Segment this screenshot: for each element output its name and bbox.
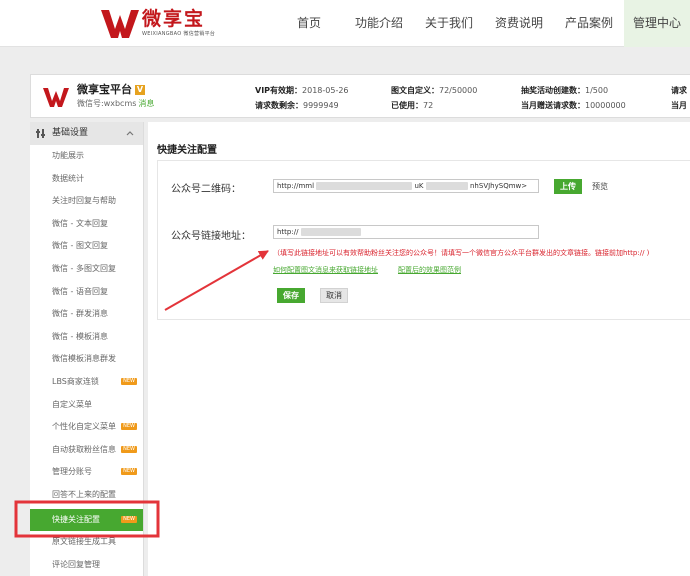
sidebar-item-function-display[interactable]: 功能展示 bbox=[30, 145, 143, 168]
logo-subtitle: WEIXIANGBAO 微信营销平台 bbox=[142, 31, 215, 38]
link-url-input[interactable]: http:// bbox=[273, 225, 539, 239]
brand-logo[interactable]: 微享宝 WEIXIANGBAO 微信营销平台 bbox=[100, 7, 215, 41]
stat-lottery-count: 抽奖活动创建数：1/500 bbox=[521, 85, 608, 96]
sidebar-section-basic-settings[interactable]: 基础设置 bbox=[30, 122, 143, 145]
sidebar-item-personal-menu[interactable]: 个性化自定义菜单NEW bbox=[30, 416, 143, 439]
vip-badge: V bbox=[135, 85, 145, 95]
sidebar-section-title: 基础设置 bbox=[52, 128, 88, 138]
sidebar-item-statistics[interactable]: 数据统计 bbox=[30, 168, 143, 191]
settings-icon bbox=[36, 128, 47, 139]
sidebar-item-text-reply[interactable]: 微信 - 文本回复 bbox=[30, 213, 143, 236]
message-link[interactable]: 消息 bbox=[138, 99, 154, 108]
stat-monthly-gift: 当月赠送请求数：10000000 bbox=[521, 100, 626, 111]
qrcode-label: 公众号二维码： bbox=[171, 180, 241, 195]
link-label: 公众号链接地址： bbox=[171, 227, 251, 242]
nav-cases[interactable]: 产品案例 bbox=[554, 0, 624, 47]
sidebar-item-quick-follow[interactable]: 快捷关注配置NEW bbox=[30, 509, 143, 532]
qrcode-url-input[interactable]: http://mml uK nhSVJhySQmw> bbox=[273, 179, 539, 193]
new-badge: NEW bbox=[121, 378, 137, 385]
new-badge: NEW bbox=[121, 516, 137, 523]
help-link-config[interactable]: 如何配置图文消息来获取链接地址 bbox=[273, 265, 378, 275]
cancel-button[interactable]: 取消 bbox=[320, 288, 348, 303]
sidebar-item-link-generator[interactable]: 原文链接生成工具 bbox=[30, 531, 143, 554]
new-badge: NEW bbox=[121, 423, 137, 430]
logo-title: 微享宝 bbox=[142, 7, 215, 31]
sidebar-item-multi-article-reply[interactable]: 微信 - 多图文回复 bbox=[30, 258, 143, 281]
sidebar-item-unanswered-config[interactable]: 回答不上来的配置 bbox=[30, 484, 143, 507]
sidebar-item-article-reply[interactable]: 微信 - 图文回复 bbox=[30, 235, 143, 258]
sidebar-item-template-message[interactable]: 微信 - 模板消息 bbox=[30, 326, 143, 349]
main-nav: 首页 功能介绍 关于我们 资费说明 产品案例 管理中心 bbox=[274, 0, 690, 47]
config-panel: 公众号二维码： http://mml uK nhSVJhySQmw> 上传 预览… bbox=[157, 160, 690, 320]
page-title: 快捷关注配置 bbox=[157, 141, 217, 156]
account-wechat-id: 微信号:wxbcms消息 bbox=[77, 98, 154, 109]
sidebar-item-comment-management[interactable]: 评论回复管理 bbox=[30, 554, 143, 576]
stat-vip-expiry: VIP有效期：2018-05-26 bbox=[255, 85, 349, 96]
stat-month-truncated: 当月 bbox=[671, 100, 687, 111]
sidebar: 基础设置 功能展示 数据统计 关注时回复与帮助 微信 - 文本回复 微信 - 图… bbox=[30, 122, 144, 576]
nav-pricing[interactable]: 资费说明 bbox=[484, 0, 554, 47]
account-avatar bbox=[41, 83, 71, 111]
sidebar-item-lbs-chain[interactable]: LBS商家连锁NEW bbox=[30, 371, 143, 394]
new-badge: NEW bbox=[121, 468, 137, 475]
sidebar-item-mass-message[interactable]: 微信 - 群发消息 bbox=[30, 303, 143, 326]
help-link-example[interactable]: 配置后的效果图范例 bbox=[398, 265, 461, 275]
sidebar-item-voice-reply[interactable]: 微信 - 语音回复 bbox=[30, 281, 143, 304]
nav-about[interactable]: 关于我们 bbox=[414, 0, 484, 47]
stat-requests-left: 请求数剩余：9999949 bbox=[255, 100, 339, 111]
nav-home[interactable]: 首页 bbox=[274, 0, 344, 47]
sidebar-item-follow-reply[interactable]: 关注时回复与帮助 bbox=[30, 190, 143, 213]
nav-management-center[interactable]: 管理中心 bbox=[624, 0, 690, 47]
sidebar-item-auto-fan-info[interactable]: 自动获取粉丝信息NEW bbox=[30, 439, 143, 462]
preview-link[interactable]: 预览 bbox=[592, 181, 608, 192]
link-hint: （填写此链接地址可以有效帮助粉丝关注您的公众号！请填写一个微信官方公众平台群发出… bbox=[273, 248, 649, 258]
chevron-up-icon[interactable] bbox=[126, 130, 134, 136]
sidebar-item-custom-menu[interactable]: 自定义菜单 bbox=[30, 394, 143, 417]
nav-features[interactable]: 功能介绍 bbox=[344, 0, 414, 47]
stat-request-truncated: 请求 bbox=[671, 85, 687, 96]
upload-button[interactable]: 上传 bbox=[554, 179, 582, 194]
account-info-bar: 微享宝平台V 微信号:wxbcms消息 VIP有效期：2018-05-26 请求… bbox=[30, 74, 690, 118]
logo-w-icon bbox=[100, 7, 140, 41]
account-name: 微享宝平台V bbox=[77, 81, 145, 97]
top-navigation-bar: 微享宝 WEIXIANGBAO 微信营销平台 首页 功能介绍 关于我们 资费说明… bbox=[0, 0, 690, 47]
main-content: 快捷关注配置 公众号二维码： http://mml uK nhSVJhySQmw… bbox=[148, 122, 690, 576]
sidebar-menu: 功能展示 数据统计 关注时回复与帮助 微信 - 文本回复 微信 - 图文回复 微… bbox=[30, 145, 143, 576]
new-badge: NEW bbox=[121, 446, 137, 453]
sidebar-item-template-mass[interactable]: 微信模板消息群发 bbox=[30, 348, 143, 371]
stat-custom-articles: 图文自定义：72/50000 bbox=[391, 85, 477, 96]
save-button[interactable]: 保存 bbox=[277, 288, 305, 303]
stat-used: 已使用：72 bbox=[391, 100, 433, 111]
sidebar-item-sub-accounts[interactable]: 管理分账号NEW bbox=[30, 461, 143, 484]
